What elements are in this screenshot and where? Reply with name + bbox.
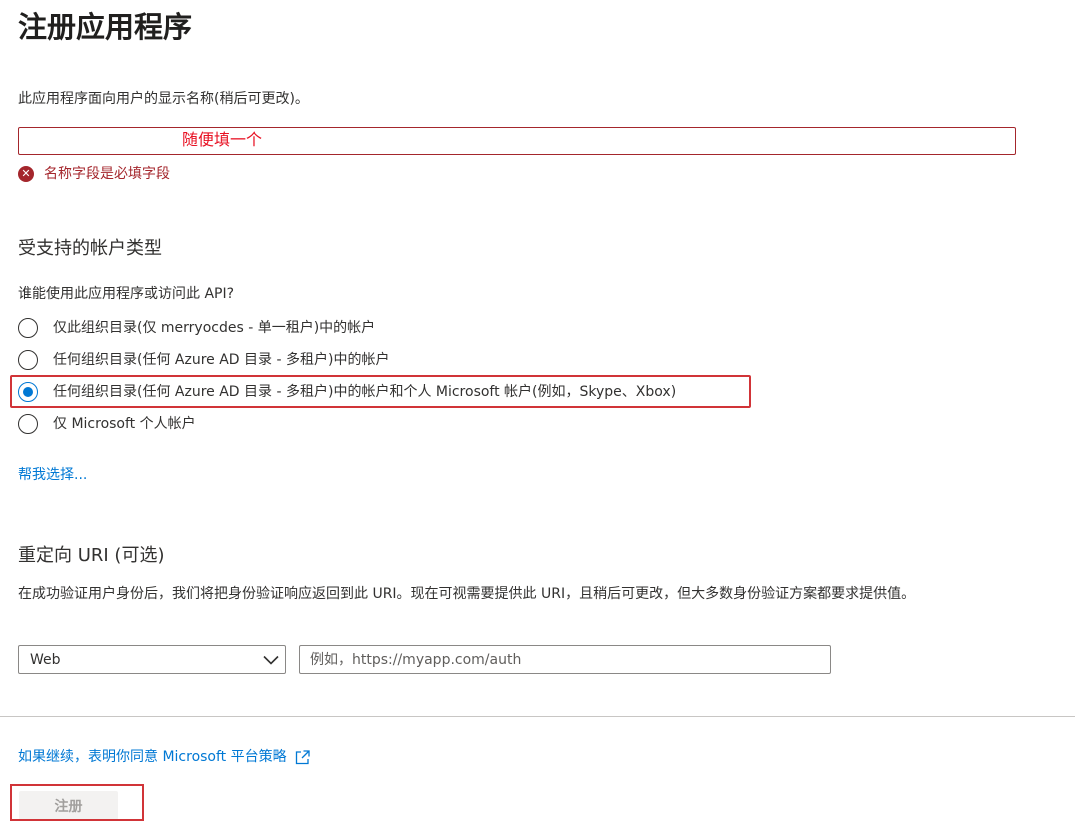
- error-circle-icon: ✕: [18, 166, 34, 182]
- redirect-uri-description: 在成功验证用户身份后，我们将把身份验证响应返回到此 URI。现在可视需要提供此 …: [18, 586, 916, 602]
- platform-selected-value: Web: [30, 651, 61, 668]
- redirect-uri-input[interactable]: [299, 645, 831, 674]
- radio-button-selected-icon[interactable]: [18, 382, 38, 402]
- page-title: 注册应用程序: [18, 10, 193, 44]
- policy-link-text: 如果继续，表明你同意 Microsoft 平台策略: [18, 749, 287, 765]
- radio-label: 仅此组织目录(仅 merryocdes - 单一租户)中的帐户: [53, 320, 376, 336]
- platform-policy-link[interactable]: 如果继续，表明你同意 Microsoft 平台策略: [18, 746, 311, 768]
- radio-label: 任何组织目录(任何 Azure AD 目录 - 多租户)中的帐户: [53, 352, 390, 368]
- name-annotation: 随便填一个: [182, 130, 263, 149]
- name-description: 此应用程序面向用户的显示名称(稍后可更改)。: [18, 91, 309, 107]
- radio-button-icon[interactable]: [18, 414, 38, 434]
- register-button[interactable]: 注册: [19, 791, 118, 820]
- help-me-choose-link[interactable]: 帮我选择...: [18, 465, 87, 485]
- radio-option-single-tenant[interactable]: 仅此组织目录(仅 merryocdes - 单一租户)中的帐户: [18, 315, 375, 341]
- account-types-title: 受支持的帐户类型: [18, 238, 162, 259]
- chevron-down-icon: [257, 645, 285, 674]
- radio-option-multi-tenant-personal[interactable]: 任何组织目录(任何 Azure AD 目录 - 多租户)中的帐户和个人 Micr…: [18, 379, 676, 405]
- radio-button-icon[interactable]: [18, 350, 38, 370]
- radio-label: 任何组织目录(任何 Azure AD 目录 - 多租户)中的帐户和个人 Micr…: [53, 384, 677, 400]
- error-text: 名称字段是必填字段: [44, 166, 170, 182]
- platform-select[interactable]: Web: [18, 645, 286, 674]
- external-link-icon: [294, 749, 311, 766]
- radio-option-multi-tenant[interactable]: 任何组织目录(任何 Azure AD 目录 - 多租户)中的帐户: [18, 347, 389, 373]
- radio-button-icon[interactable]: [18, 318, 38, 338]
- account-types-question: 谁能使用此应用程序或访问此 API?: [18, 286, 235, 302]
- footer-divider: [0, 716, 1075, 717]
- redirect-uri-title: 重定向 URI (可选): [18, 545, 165, 566]
- name-error-message: ✕ 名称字段是必填字段: [18, 164, 170, 184]
- app-name-input[interactable]: [18, 127, 1016, 155]
- register-app-page: 注册应用程序 此应用程序面向用户的显示名称(稍后可更改)。 随便填一个 ✕ 名称…: [0, 0, 1075, 832]
- radio-option-personal-only[interactable]: 仅 Microsoft 个人帐户: [18, 411, 196, 437]
- radio-label: 仅 Microsoft 个人帐户: [53, 416, 196, 432]
